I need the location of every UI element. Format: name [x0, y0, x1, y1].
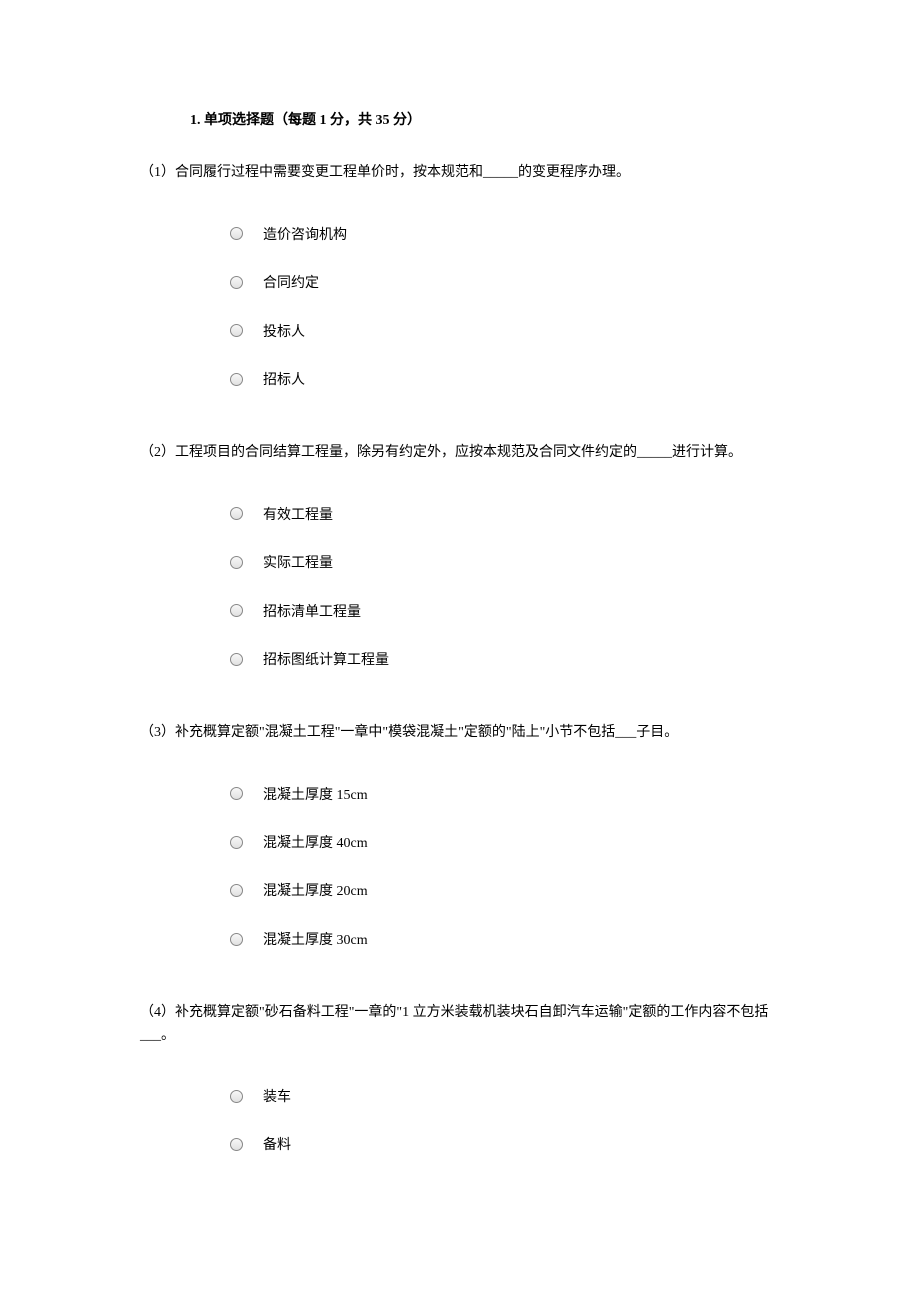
question-4: （4）补充概算定额"砂石备料工程"一章的"1 立方米装载机装块石自卸汽车运输"定… [140, 1002, 780, 1158]
options-group: 装车 备料 [230, 1087, 780, 1158]
question-2: （2）工程项目的合同结算工程量，除另有约定外，应按本规范及合同文件约定的____… [140, 442, 780, 672]
option-label: 有效工程量 [263, 505, 333, 527]
radio-icon[interactable] [230, 324, 243, 337]
question-body: 工程项目的合同结算工程量，除另有约定外，应按本规范及合同文件约定的_____进行… [175, 445, 742, 460]
option-item[interactable]: 混凝土厚度 40cm [230, 833, 780, 855]
radio-icon[interactable] [230, 1090, 243, 1103]
radio-icon[interactable] [230, 227, 243, 240]
option-item[interactable]: 造价咨询机构 [230, 225, 780, 247]
radio-icon[interactable] [230, 604, 243, 617]
question-number: （4） [140, 1005, 175, 1020]
question-text: （1）合同履行过程中需要变更工程单价时，按本规范和_____的变更程序办理。 [140, 162, 780, 184]
option-label: 混凝土厚度 30cm [263, 930, 368, 952]
option-label: 实际工程量 [263, 553, 333, 575]
option-label: 混凝土厚度 15cm [263, 785, 368, 807]
radio-icon[interactable] [230, 1138, 243, 1151]
question-number: （1） [140, 165, 175, 180]
option-item[interactable]: 合同约定 [230, 273, 780, 295]
option-label: 招标清单工程量 [263, 602, 361, 624]
question-3: （3）补充概算定额"混凝土工程"一章中"模袋混凝土"定额的"陆上"小节不包括__… [140, 722, 780, 952]
option-label: 装车 [263, 1087, 291, 1109]
option-item[interactable]: 有效工程量 [230, 505, 780, 527]
option-item[interactable]: 混凝土厚度 15cm [230, 785, 780, 807]
radio-icon[interactable] [230, 373, 243, 386]
question-body: 补充概算定额"混凝土工程"一章中"模袋混凝土"定额的"陆上"小节不包括___子目… [175, 725, 678, 740]
option-label: 造价咨询机构 [263, 225, 347, 247]
section-number: 1. [190, 113, 201, 128]
option-item[interactable]: 混凝土厚度 20cm [230, 881, 780, 903]
section-title-text: 单项选择题（每题 1 分，共 35 分） [204, 113, 421, 128]
option-item[interactable]: 备料 [230, 1135, 780, 1157]
option-label: 招标图纸计算工程量 [263, 650, 389, 672]
option-label: 招标人 [263, 370, 305, 392]
radio-icon[interactable] [230, 836, 243, 849]
options-group: 造价咨询机构 合同约定 投标人 招标人 [230, 225, 780, 393]
options-group: 混凝土厚度 15cm 混凝土厚度 40cm 混凝土厚度 20cm 混凝土厚度 3… [230, 785, 780, 953]
question-body: 合同履行过程中需要变更工程单价时，按本规范和_____的变更程序办理。 [175, 165, 630, 180]
option-label: 备料 [263, 1135, 291, 1157]
radio-icon[interactable] [230, 653, 243, 666]
radio-icon[interactable] [230, 556, 243, 569]
radio-icon[interactable] [230, 933, 243, 946]
radio-icon[interactable] [230, 884, 243, 897]
radio-icon[interactable] [230, 787, 243, 800]
option-label: 投标人 [263, 322, 305, 344]
option-item[interactable]: 招标人 [230, 370, 780, 392]
option-item[interactable]: 实际工程量 [230, 553, 780, 575]
option-item[interactable]: 混凝土厚度 30cm [230, 930, 780, 952]
question-text: （3）补充概算定额"混凝土工程"一章中"模袋混凝土"定额的"陆上"小节不包括__… [140, 722, 780, 744]
option-item[interactable]: 招标清单工程量 [230, 602, 780, 624]
question-1: （1）合同履行过程中需要变更工程单价时，按本规范和_____的变更程序办理。 造… [140, 162, 780, 392]
question-body: 补充概算定额"砂石备料工程"一章的"1 立方米装载机装块石自卸汽车运输"定额的工… [140, 1005, 768, 1042]
option-label: 混凝土厚度 40cm [263, 833, 368, 855]
options-group: 有效工程量 实际工程量 招标清单工程量 招标图纸计算工程量 [230, 505, 780, 673]
question-number: （2） [140, 445, 175, 460]
option-item[interactable]: 装车 [230, 1087, 780, 1109]
radio-icon[interactable] [230, 507, 243, 520]
question-text: （4）补充概算定额"砂石备料工程"一章的"1 立方米装载机装块石自卸汽车运输"定… [140, 1002, 780, 1047]
radio-icon[interactable] [230, 276, 243, 289]
option-item[interactable]: 招标图纸计算工程量 [230, 650, 780, 672]
question-text: （2）工程项目的合同结算工程量，除另有约定外，应按本规范及合同文件约定的____… [140, 442, 780, 464]
option-item[interactable]: 投标人 [230, 322, 780, 344]
section-title: 1. 单项选择题（每题 1 分，共 35 分） [190, 110, 780, 132]
option-label: 合同约定 [263, 273, 319, 295]
option-label: 混凝土厚度 20cm [263, 881, 368, 903]
question-number: （3） [140, 725, 175, 740]
